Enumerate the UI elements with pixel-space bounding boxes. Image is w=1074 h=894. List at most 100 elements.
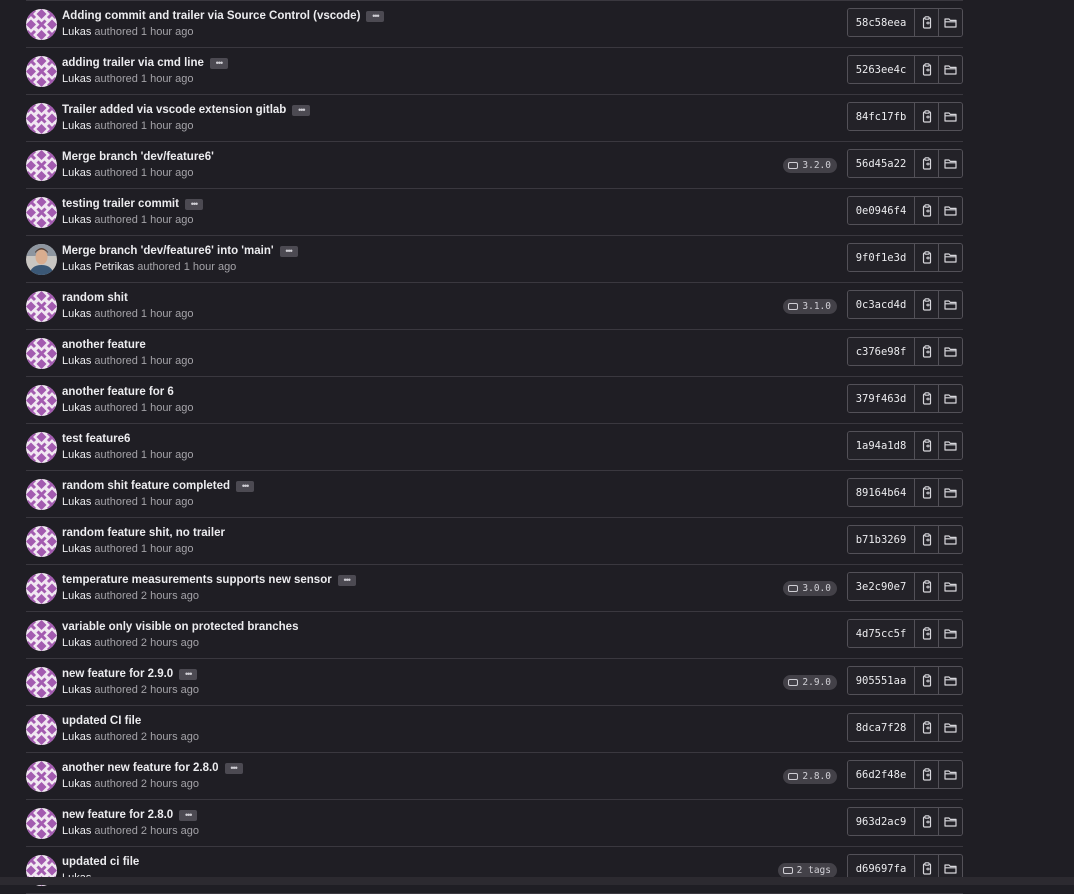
browse-files-button[interactable] [938,244,962,271]
commit-title-link[interactable]: adding trailer via cmd line [62,57,204,69]
author-name[interactable]: Lukas [62,26,91,38]
author-name[interactable]: Lukas [62,496,91,508]
tag-badge[interactable]: 2.9.0 [783,675,837,690]
ellipsis-icon[interactable]: ••• [179,668,198,680]
author-avatar[interactable] [26,526,57,557]
author-avatar[interactable] [26,573,57,604]
commit-title-link[interactable]: testing trailer commit [62,198,179,210]
commit-title-link[interactable]: new feature for 2.9.0 [62,668,173,680]
commit-sha-button[interactable]: 0c3acd4d [848,291,914,318]
tag-badge[interactable]: 2 tags [777,863,837,878]
author-avatar[interactable] [26,479,57,510]
author-name[interactable]: Lukas [62,590,91,602]
author-avatar[interactable] [26,103,57,134]
browse-files-button[interactable] [938,338,962,365]
author-name[interactable]: Lukas [62,543,91,555]
commit-title-link[interactable]: another feature for 6 [62,386,174,398]
author-name[interactable]: Lukas [62,778,91,790]
copy-sha-button[interactable] [914,714,938,741]
commit-sha-button[interactable]: 58c58eea [848,9,914,36]
commit-title-link[interactable]: Trailer added via vscode extension gitla… [62,104,286,116]
browse-files-button[interactable] [938,526,962,553]
tag-badge[interactable]: 3.1.0 [783,299,837,314]
browse-files-button[interactable] [938,432,962,459]
commit-sha-button[interactable]: 56d45a22 [848,150,914,177]
commit-title-link[interactable]: another new feature for 2.8.0 [62,762,219,774]
copy-sha-button[interactable] [914,9,938,36]
commit-title-link[interactable]: updated CI file [62,715,141,727]
commit-sha-button[interactable]: 1a94a1d8 [848,432,914,459]
commit-sha-button[interactable]: 0e0946f4 [848,197,914,224]
copy-sha-button[interactable] [914,620,938,647]
author-avatar[interactable] [26,197,57,228]
author-name[interactable]: Lukas [62,355,91,367]
commit-sha-button[interactable]: 5263ee4c [848,56,914,83]
ellipsis-icon[interactable]: ••• [337,574,356,586]
author-name[interactable]: Lukas [62,637,91,649]
commit-sha-button[interactable]: 8dca7f28 [848,714,914,741]
author-name[interactable]: Lukas [62,449,91,461]
author-name[interactable]: Lukas Petrikas [62,261,134,273]
browse-files-button[interactable] [938,197,962,224]
ellipsis-icon[interactable]: ••• [279,245,298,257]
browse-files-button[interactable] [938,479,962,506]
author-name[interactable]: Lukas [62,308,91,320]
browse-files-button[interactable] [938,56,962,83]
commit-title-link[interactable]: another feature [62,339,146,351]
tag-badge[interactable]: 3.2.0 [783,158,837,173]
copy-sha-button[interactable] [914,197,938,224]
author-name[interactable]: Lukas [62,684,91,696]
browse-files-button[interactable] [938,103,962,130]
commit-title-link[interactable]: test feature6 [62,433,130,445]
browse-files-button[interactable] [938,714,962,741]
commit-sha-button[interactable]: 4d75cc5f [848,620,914,647]
author-name[interactable]: Lukas [62,167,91,179]
author-avatar[interactable] [26,150,57,181]
author-avatar[interactable] [26,620,57,651]
copy-sha-button[interactable] [914,291,938,318]
copy-sha-button[interactable] [914,526,938,553]
commit-sha-button[interactable]: 3e2c90e7 [848,573,914,600]
browse-files-button[interactable] [938,385,962,412]
browse-files-button[interactable] [938,808,962,835]
author-avatar[interactable] [26,714,57,745]
author-avatar[interactable] [26,244,57,275]
commit-title-link[interactable]: random shit [62,292,128,304]
commit-title-link[interactable]: new feature for 2.8.0 [62,809,173,821]
author-avatar[interactable] [26,291,57,322]
commit-sha-button[interactable]: 379f463d [848,385,914,412]
browse-files-button[interactable] [938,667,962,694]
author-avatar[interactable] [26,667,57,698]
ellipsis-icon[interactable]: ••• [209,57,228,69]
author-name[interactable]: Lukas [62,120,91,132]
commit-sha-button[interactable]: 84fc17fb [848,103,914,130]
commit-title-link[interactable]: random shit feature completed [62,480,230,492]
copy-sha-button[interactable] [914,808,938,835]
author-avatar[interactable] [26,432,57,463]
copy-sha-button[interactable] [914,150,938,177]
commit-title-link[interactable]: Merge branch 'dev/feature6' [62,151,214,163]
browse-files-button[interactable] [938,620,962,647]
tag-badge[interactable]: 3.0.0 [783,581,837,596]
ellipsis-icon[interactable]: ••• [236,480,255,492]
copy-sha-button[interactable] [914,667,938,694]
commit-title-link[interactable]: Merge branch 'dev/feature6' into 'main' [62,245,274,257]
author-avatar[interactable] [26,761,57,792]
commit-sha-button[interactable]: 89164b64 [848,479,914,506]
author-avatar[interactable] [26,808,57,839]
author-avatar[interactable] [26,9,57,40]
copy-sha-button[interactable] [914,385,938,412]
commit-title-link[interactable]: Adding commit and trailer via Source Con… [62,10,360,22]
commit-title-link[interactable]: temperature measurements supports new se… [62,574,332,586]
commit-sha-button[interactable]: 66d2f48e [848,761,914,788]
author-name[interactable]: Lukas [62,731,91,743]
commit-title-link[interactable]: variable only visible on protected branc… [62,621,298,633]
tag-badge[interactable]: 2.8.0 [783,769,837,784]
author-name[interactable]: Lukas [62,73,91,85]
copy-sha-button[interactable] [914,338,938,365]
ellipsis-icon[interactable]: ••• [179,809,198,821]
copy-sha-button[interactable] [914,244,938,271]
browse-files-button[interactable] [938,291,962,318]
ellipsis-icon[interactable]: ••• [292,104,311,116]
browse-files-button[interactable] [938,9,962,36]
